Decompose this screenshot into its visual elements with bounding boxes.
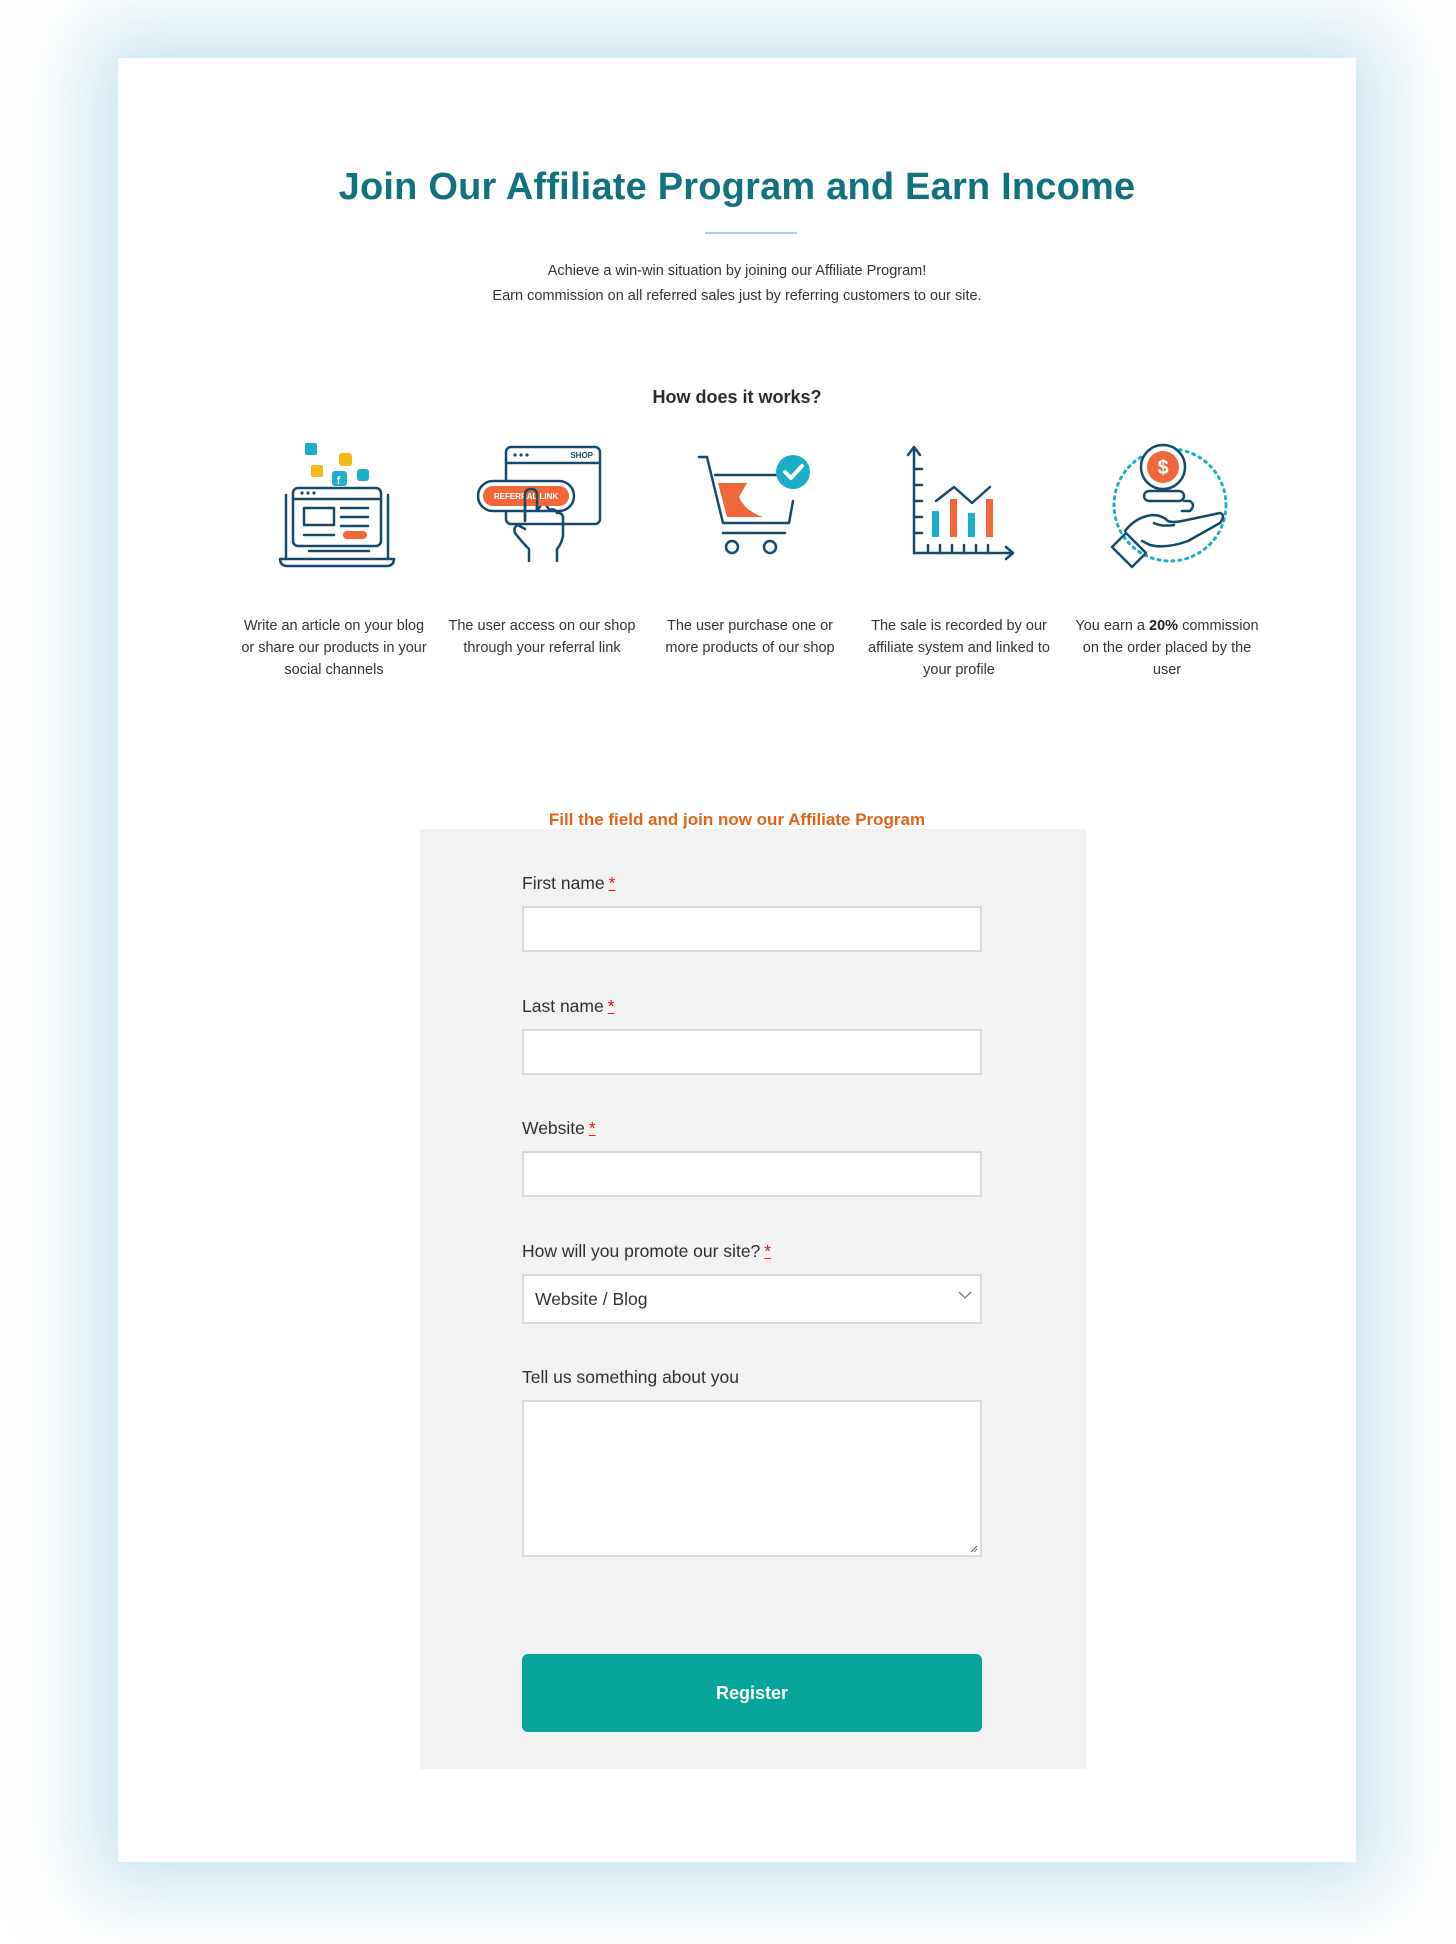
chevron-down-icon (958, 1291, 972, 1299)
last-name-label: Last name * (522, 996, 615, 1016)
step-3: The user purchase one or more products o… (655, 441, 845, 659)
about-field: Tell us something about you (522, 1366, 982, 1557)
first-name-input[interactable] (522, 906, 982, 952)
subtitle-line-1: Achieve a win-win situation by joining o… (547, 263, 927, 279)
referral-link-click-icon: SHOP REFERRAL LINK (477, 445, 602, 563)
step-4-description: The sale is recorded by our affiliate sy… (868, 618, 1050, 678)
svg-text:SHOP: SHOP (570, 451, 593, 460)
website-field: Website * (522, 1117, 982, 1197)
last-name-input[interactable] (522, 1029, 982, 1075)
svg-text:f: f (337, 475, 341, 487)
register-button[interactable]: Register (522, 1654, 982, 1732)
svg-text:$: $ (1157, 457, 1168, 479)
about-label: Tell us something about you (522, 1367, 739, 1387)
hand-coin-dollar-icon: $ (1110, 443, 1228, 569)
promote-field: How will you promote our site? * Website … (522, 1240, 982, 1324)
first-name-label: First name * (522, 873, 616, 893)
laptop-social-share-icon: f (278, 443, 396, 568)
resize-grip-icon[interactable] (970, 1545, 978, 1553)
promote-select[interactable]: Website / Blog (522, 1274, 982, 1324)
required-mark: * (607, 996, 615, 1016)
required-mark: * (588, 1118, 596, 1138)
step-5-description: You earn a 20% commission on the order p… (1075, 618, 1259, 678)
first-name-field: First name * (522, 872, 982, 952)
step-2: SHOP REFERRAL LINK The user access on ou… (447, 441, 637, 659)
commission-rate: 20% (1149, 618, 1179, 634)
sales-chart-icon (906, 445, 1015, 561)
promote-selected-value: Website / Blog (535, 1289, 648, 1309)
step-1-description: Write an article on your blog or share o… (241, 618, 427, 678)
website-input[interactable] (522, 1151, 982, 1197)
affiliate-page-card: Join Our Affiliate Program and Earn Inco… (118, 58, 1356, 1862)
shopping-cart-check-icon (697, 455, 810, 555)
affiliate-registration-form: First name * Last name * Website * How will… (420, 829, 1086, 1769)
how-it-works-heading: How does it works? (652, 387, 822, 407)
step-1: f Write an article on your blog or share… (239, 441, 429, 681)
title-divider (705, 232, 797, 234)
about-textarea[interactable] (522, 1400, 982, 1557)
subtitle-line-2: Earn commission on all referred sales ju… (492, 288, 982, 304)
page-title: Join Our Affiliate Program and Earn Inco… (338, 166, 1136, 208)
step-5: $ You earn a 20% commission on the order… (1072, 441, 1262, 681)
last-name-field: Last name * (522, 995, 982, 1075)
required-mark: * (608, 873, 616, 893)
step-3-description: The user purchase one or more products o… (665, 618, 835, 656)
website-label: Website * (522, 1118, 596, 1138)
page-subtitle: Achieve a win-win situation by joining o… (118, 259, 1356, 309)
step-2-description: The user access on our shop through your… (448, 618, 636, 656)
form-heading: Fill the field and join now our Affiliat… (548, 810, 926, 829)
step-4: The sale is recorded by our affiliate sy… (864, 441, 1054, 681)
required-mark: * (764, 1241, 772, 1261)
promote-label: How will you promote our site? * (522, 1241, 772, 1261)
